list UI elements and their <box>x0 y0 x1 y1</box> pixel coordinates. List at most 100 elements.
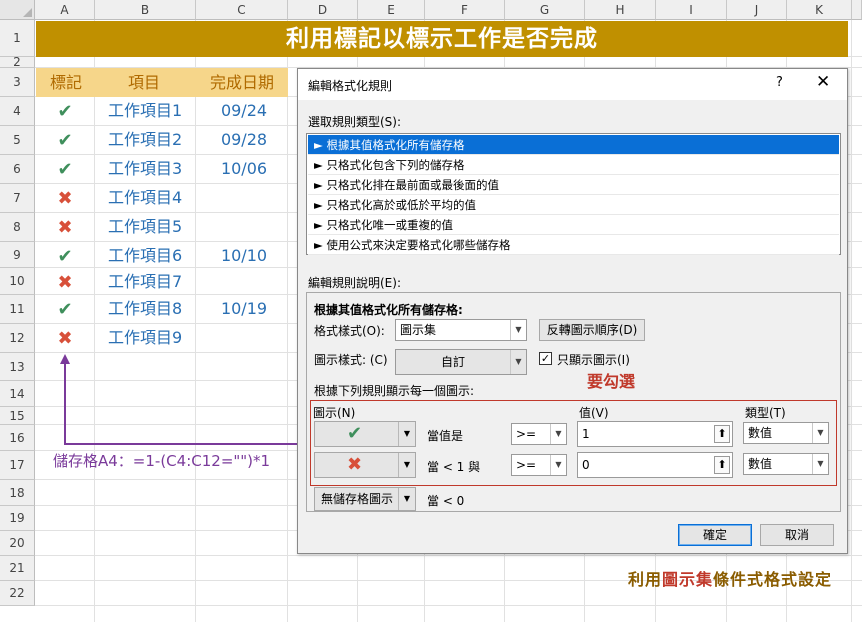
row-header[interactable]: 13 <box>0 353 35 381</box>
rule-value-input[interactable]: 1 ⬆ <box>577 421 733 447</box>
rule-operator-value: >= <box>516 458 537 472</box>
sheet-title-banner: 利用標記以標示工作是否完成 <box>36 21 848 57</box>
rule-icon-select[interactable]: ✖ ▼ <box>314 452 416 478</box>
grid-line <box>35 555 862 556</box>
column-header[interactable]: K <box>787 0 852 20</box>
rule-value-text: 0 <box>582 458 590 472</box>
rule-type-select[interactable]: 數值 ▼ <box>743 453 829 475</box>
row-header[interactable]: 17 <box>0 451 35 480</box>
col-type-header: 類型(T) <box>745 406 786 420</box>
rule-condition-text: 當值是 <box>427 429 464 443</box>
range-picker-icon[interactable]: ⬆ <box>714 456 730 474</box>
task-item-cell[interactable]: 工作項目2 <box>108 126 182 154</box>
rule-type-item[interactable]: ► 使用公式來決定要格式化哪些儲存格 <box>308 235 839 255</box>
row-header[interactable]: 2 <box>0 56 35 68</box>
task-item-cell[interactable]: 工作項目1 <box>108 97 182 125</box>
task-item-cell[interactable]: 工作項目4 <box>108 184 182 212</box>
column-header[interactable]: I <box>656 0 727 20</box>
show-icon-only-checkbox[interactable]: ✓ <box>539 352 552 365</box>
task-item-cell[interactable]: 工作項目9 <box>108 324 182 352</box>
reverse-icon-order-button[interactable]: 反轉圖示順序(D) <box>539 319 645 341</box>
task-item-cell[interactable]: 工作項目6 <box>108 242 182 270</box>
task-date-cell[interactable]: 10/06 <box>214 155 274 183</box>
no-cell-icon-select[interactable]: 無儲存格圖示 ▼ <box>314 487 416 511</box>
rule-icon-select[interactable]: ✔ ▼ <box>314 421 416 447</box>
column-header[interactable]: F <box>425 0 505 20</box>
cancel-button[interactable]: 取消 <box>760 524 834 546</box>
range-picker-icon[interactable]: ⬆ <box>714 425 730 443</box>
chevron-down-icon: ▼ <box>398 453 415 477</box>
row-header[interactable]: 20 <box>0 531 35 556</box>
rule-operator-select[interactable]: >= ▼ <box>511 454 567 476</box>
rule-type-item[interactable]: ► 只格式化高於或低於平均的值 <box>308 195 839 215</box>
icon-rules-highlight: 圖示(N) 值(V) 類型(T) ✔ ▼ 當值是 >= ▼ 1 ⬆ 數值 ▼ ✖ ▼ 當 < 1 與 >… <box>310 400 837 486</box>
col-icon-header: 圖示(N) <box>313 406 356 420</box>
row-header[interactable]: 16 <box>0 425 35 451</box>
rule-type-item[interactable]: ► 只格式化唯一或重複的值 <box>308 215 839 235</box>
help-icon[interactable]: ? <box>776 75 783 90</box>
select-all-corner[interactable] <box>0 0 35 20</box>
task-item-cell[interactable]: 工作項目8 <box>108 295 182 323</box>
chevron-down-icon: ▼ <box>510 320 526 340</box>
column-header[interactable]: H <box>585 0 656 20</box>
rule-type-item[interactable]: ► 只格式化排在最前面或最後面的值 <box>308 175 839 195</box>
task-date-cell[interactable]: 09/28 <box>214 126 274 154</box>
no-cell-icon-label: 無儲存格圖示 <box>321 492 394 506</box>
row-header[interactable]: 10 <box>0 268 35 295</box>
caption-post: 條件式格式設定 <box>713 570 833 589</box>
column-header[interactable]: B <box>95 0 196 20</box>
column-header[interactable]: A <box>35 0 95 20</box>
column-header[interactable]: G <box>505 0 585 20</box>
row-header[interactable]: 5 <box>0 126 35 155</box>
rule-type-item[interactable]: ► 只格式化包含下列的儲存格 <box>308 155 839 175</box>
cross-mark-icon: ✖ <box>57 272 73 293</box>
row-header[interactable]: 22 <box>0 581 35 606</box>
desc-heading: 根據其值格式化所有儲存格: <box>314 303 463 317</box>
header-mark: 標記 <box>49 73 82 92</box>
cross-mark-icon: ✖ <box>57 328 73 349</box>
row-header[interactable]: 15 <box>0 407 35 425</box>
rule-operator-select[interactable]: >= ▼ <box>511 423 567 445</box>
ok-button[interactable]: 確定 <box>678 524 752 546</box>
rule-type-value: 數值 <box>748 426 773 440</box>
task-item-cell[interactable]: 工作項目5 <box>108 213 182 241</box>
row-header[interactable]: 11 <box>0 295 35 324</box>
caption-highlight: 圖示集 <box>662 570 714 589</box>
format-style-select[interactable]: 圖示集 ▼ <box>395 319 527 341</box>
check-mark-icon: ✔ <box>57 159 73 180</box>
column-header-filler <box>852 0 862 20</box>
header-item: 項目 <box>127 73 160 92</box>
dialog-title-bar[interactable]: 編輯格式化規則 ? ✕ <box>298 69 847 100</box>
column-header[interactable]: J <box>727 0 787 20</box>
rule-value-input[interactable]: 0 ⬆ <box>577 452 733 478</box>
row-header[interactable]: 7 <box>0 184 35 213</box>
rule-type-list[interactable]: ► 根據其值格式化所有儲存格 ► 只格式化包含下列的儲存格 ► 只格式化排在最前面或… <box>306 133 841 255</box>
row-header[interactable]: 21 <box>0 556 35 581</box>
format-style-label: 格式樣式(O): <box>314 324 385 338</box>
rule-type-item[interactable]: ► 根據其值格式化所有儲存格 <box>308 135 839 155</box>
close-icon[interactable]: ✕ <box>816 72 830 92</box>
column-header[interactable]: D <box>288 0 358 20</box>
column-header[interactable]: E <box>358 0 425 20</box>
row-header[interactable]: 19 <box>0 506 35 531</box>
task-date-cell[interactable]: 10/19 <box>214 295 274 323</box>
task-item-cell[interactable]: 工作項目7 <box>108 268 182 296</box>
row-header[interactable]: 9 <box>0 242 35 268</box>
task-item-cell[interactable]: 工作項目3 <box>108 155 182 183</box>
column-header[interactable]: C <box>196 0 288 20</box>
row-header[interactable]: 3 <box>0 68 35 97</box>
row-header[interactable]: 14 <box>0 381 35 407</box>
formula-note: 儲存格A4：=1-(C4:C12="")*1 <box>53 452 271 470</box>
row-header[interactable]: 4 <box>0 97 35 126</box>
icon-style-select[interactable]: 自訂 ▼ <box>395 349 527 375</box>
row-header[interactable]: 18 <box>0 480 35 506</box>
row-header[interactable]: 6 <box>0 155 35 184</box>
row-header[interactable]: 12 <box>0 324 35 353</box>
rule-type-select[interactable]: 數值 ▼ <box>743 422 829 444</box>
task-date-cell[interactable]: 10/10 <box>214 242 274 270</box>
row-header[interactable]: 8 <box>0 213 35 242</box>
check-mark-icon: ✔ <box>57 130 73 151</box>
rule-operator-value: >= <box>516 427 537 441</box>
task-date-cell[interactable]: 09/24 <box>214 97 274 125</box>
row-header[interactable]: 1 <box>0 20 35 57</box>
